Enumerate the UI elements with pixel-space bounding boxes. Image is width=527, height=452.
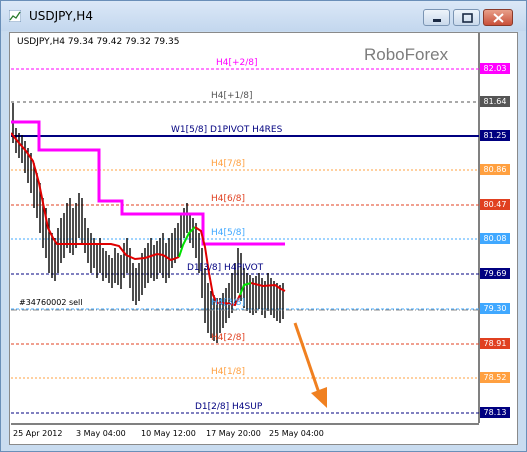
level-label: H4[3/8] <box>211 298 246 308</box>
murrey-levels <box>11 68 479 414</box>
level-label: W1[5/8] D1PIVOT H4RES <box>171 125 283 135</box>
time-tick-label: 17 May 20:00 <box>206 429 261 438</box>
price-tag: 81.64 <box>480 96 510 107</box>
window-title: USDJPY,H4 <box>29 9 93 23</box>
restore-icon <box>462 13 473 23</box>
minimize-icon <box>433 19 441 22</box>
level-label: D1[2/8] H4SUP <box>195 402 263 412</box>
close-button[interactable] <box>483 9 513 26</box>
time-tick-label: 25 May 04:00 <box>269 429 324 438</box>
chart-window: USDJPY,H4 USDJPY,H4 79.34 79.42 79.32 79… <box>0 0 527 452</box>
level-label: H4[1/8] <box>211 367 246 377</box>
price-tag: 78.13 <box>480 407 510 418</box>
forecast-arrow <box>293 322 327 408</box>
restore-button[interactable] <box>453 9 480 26</box>
level-label: H4[7/8] <box>211 159 246 169</box>
level-label: H4[+1/8] <box>211 91 253 101</box>
chart-icon <box>9 10 21 22</box>
price-tag: 80.08 <box>480 233 510 244</box>
level-label: H4[6/8] <box>211 194 246 204</box>
price-tag: 78.52 <box>480 372 510 383</box>
symbol-info: USDJPY,H4 79.34 79.42 79.32 79.35 <box>17 37 180 47</box>
price-tag: 78.91 <box>480 338 510 349</box>
red-ma-line <box>11 132 180 262</box>
brand-label: RoboForex <box>364 45 449 64</box>
order-label: #34760002 sell <box>19 298 83 307</box>
level-label: H4[+2/8] <box>216 58 258 68</box>
price-tag: 79.30 <box>480 303 510 314</box>
magenta-ma-line <box>11 120 285 246</box>
price-tag: 81.25 <box>480 130 510 141</box>
price-chart[interactable] <box>11 33 516 443</box>
price-tag: 82.03 <box>480 63 510 74</box>
close-icon <box>493 13 504 23</box>
price-tag: 80.86 <box>480 164 510 175</box>
price-tag: 80.47 <box>480 199 510 210</box>
time-tick-label: 3 May 04:00 <box>76 429 126 438</box>
level-label: H4[5/8] <box>211 228 246 238</box>
price-tag: 79.69 <box>480 268 510 279</box>
level-label: H4[2/8] <box>211 333 246 343</box>
time-tick-label: 25 Apr 2012 <box>13 429 63 438</box>
title-bar[interactable]: USDJPY,H4 <box>1 1 526 31</box>
level-label: D1[3/8] H4PIVOT <box>187 263 264 273</box>
time-tick-label: 10 May 12:00 <box>141 429 196 438</box>
minimize-button[interactable] <box>423 9 450 26</box>
